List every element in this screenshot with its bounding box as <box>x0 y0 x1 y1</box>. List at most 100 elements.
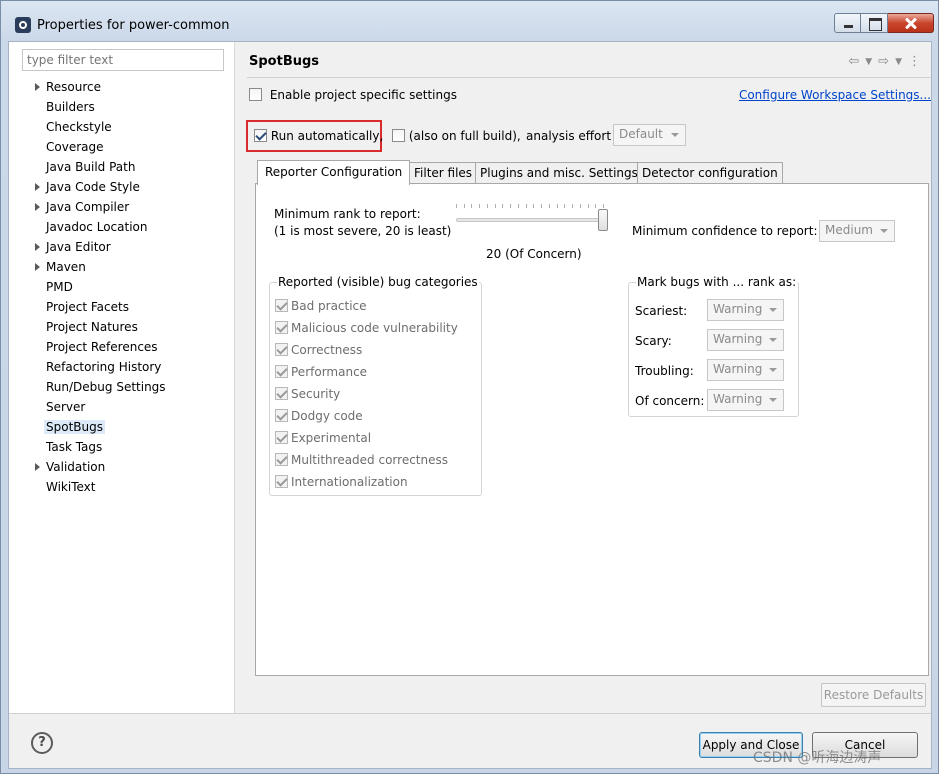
slider-tick <box>471 204 472 208</box>
tree-item[interactable]: PMD <box>23 277 233 297</box>
tree-item[interactable]: Resource <box>23 77 233 97</box>
tree-item[interactable]: Validation <box>23 457 233 477</box>
slider-tick <box>526 204 527 208</box>
bug-category-label: Bad practice <box>291 299 367 313</box>
expand-arrow-icon[interactable] <box>35 243 40 251</box>
tree-item-label: Builders <box>46 100 95 114</box>
view-menu-icon[interactable]: ⋮ <box>908 54 921 70</box>
tree-item-label: Project Natures <box>46 320 138 334</box>
tab-filter-files[interactable]: Filter files <box>409 162 478 184</box>
tree-item-label: Java Compiler <box>46 200 130 214</box>
tab-reporter-configuration[interactable]: Reporter Configuration <box>257 160 411 185</box>
bug-categories-list: Bad practice Malicious code vulnerability… <box>275 295 458 493</box>
tree-item[interactable]: Checkstyle <box>23 117 233 137</box>
tree-item[interactable]: Java Compiler <box>23 197 233 217</box>
mark-bugs-label: Scariest: <box>635 304 688 318</box>
tree-item[interactable]: Server <box>23 397 233 417</box>
analysis-effort-select[interactable]: Default <box>613 124 686 146</box>
tree-item[interactable]: Javadoc Location <box>23 217 233 237</box>
mark-bugs-row: Of concern: Warning <box>635 387 795 417</box>
forward-arrow-icon[interactable]: ⇨ <box>878 54 889 70</box>
bug-category-label: Correctness <box>291 343 363 357</box>
bug-category-label: Multithreaded correctness <box>291 453 448 467</box>
mark-bugs-label: Of concern: <box>635 394 705 408</box>
slider-tick <box>557 204 558 208</box>
slider-tick <box>580 204 581 208</box>
tree-item-label: Coverage <box>46 140 104 154</box>
bug-category-checkbox <box>275 409 288 422</box>
full-build-checkbox[interactable] <box>392 129 405 142</box>
expand-arrow-icon[interactable] <box>35 183 40 191</box>
title-separator <box>247 77 931 78</box>
tab-detector-configuration[interactable]: Detector configuration <box>637 162 783 184</box>
bug-category-item: Bad practice <box>275 295 458 317</box>
slider-tick <box>588 204 589 208</box>
help-icon[interactable]: ? <box>31 732 53 754</box>
slider-tick <box>487 204 488 208</box>
title-bar[interactable]: Properties for power-common <box>1 1 938 35</box>
back-menu-icon[interactable]: ▼ <box>865 54 872 70</box>
tree-item[interactable]: Project Facets <box>23 297 233 317</box>
rank-slider-track[interactable] <box>456 218 604 222</box>
mark-bugs-title: Mark bugs with ... rank as: <box>636 275 798 289</box>
bug-category-item: Malicious code vulnerability <box>275 317 458 339</box>
slider-tick <box>518 204 519 208</box>
full-build[interactable]: (also on full build), <box>392 129 521 143</box>
slider-tick <box>479 204 480 208</box>
mark-bugs-label: Troubling: <box>635 364 694 378</box>
expand-arrow-icon[interactable] <box>35 263 40 271</box>
tree-item[interactable]: Java Code Style <box>23 177 233 197</box>
expand-arrow-icon[interactable] <box>35 203 40 211</box>
run-automatically-checkbox[interactable] <box>254 129 267 142</box>
minimize-button[interactable] <box>834 13 861 33</box>
tree-item[interactable]: WikiText <box>23 477 233 497</box>
slider-tick <box>572 204 573 208</box>
slider-tick <box>456 204 457 208</box>
tree-item[interactable]: Java Build Path <box>23 157 233 177</box>
tree-item-label: WikiText <box>46 480 96 494</box>
expand-arrow-icon[interactable] <box>35 83 40 91</box>
min-confidence-select[interactable]: Medium <box>819 220 895 242</box>
slider-tick <box>541 204 542 208</box>
tree-item[interactable]: Java Editor <box>23 237 233 257</box>
tree-item-label: Task Tags <box>46 440 103 454</box>
tree-item[interactable]: Run/Debug Settings <box>23 377 233 397</box>
eclipse-icon <box>15 17 31 33</box>
tree-item-label: Maven <box>46 260 86 274</box>
tree-item[interactable]: Maven <box>23 257 233 277</box>
slider-tick <box>533 204 534 208</box>
analysis-effort-label: analysis effort <box>526 129 612 143</box>
filter-input[interactable] <box>22 49 224 71</box>
run-automatically[interactable]: Run automatically, <box>254 129 383 143</box>
tree-item[interactable]: SpotBugs <box>23 417 233 437</box>
tree-item-label: Java Editor <box>46 240 111 254</box>
bug-category-checkbox <box>275 365 288 378</box>
bug-category-checkbox <box>275 299 288 312</box>
bug-category-label: Security <box>291 387 341 401</box>
rank-slider-thumb[interactable] <box>598 209 608 231</box>
tree-item[interactable]: Coverage <box>23 137 233 157</box>
tree-item[interactable]: Project Natures <box>23 317 233 337</box>
enable-project-settings[interactable]: Enable project specific settings <box>249 88 457 102</box>
page-title: SpotBugs <box>249 54 320 69</box>
tree-item[interactable]: Builders <box>23 97 233 117</box>
page-nav: ⇦ ▼ ⇨ ▼ ⋮ <box>848 54 921 70</box>
slider-tick <box>502 204 503 208</box>
tree-item[interactable]: Task Tags <box>23 437 233 457</box>
tree-item[interactable]: Project References <box>23 337 233 357</box>
tree-item[interactable]: Refactoring History <box>23 357 233 377</box>
restore-defaults-button[interactable]: Restore Defaults <box>821 683 926 707</box>
expand-arrow-icon[interactable] <box>35 463 40 471</box>
bug-category-label: Malicious code vulnerability <box>291 321 458 335</box>
maximize-button[interactable] <box>861 13 888 33</box>
enable-project-settings-checkbox[interactable] <box>249 88 262 101</box>
tab-plugins-and-misc-settings[interactable]: Plugins and misc. Settings <box>475 162 643 184</box>
forward-menu-icon[interactable]: ▼ <box>895 54 902 70</box>
back-arrow-icon[interactable]: ⇦ <box>848 54 859 70</box>
rank-value: 20 (Of Concern) <box>486 247 582 261</box>
close-button[interactable] <box>888 13 934 33</box>
slider-tick <box>595 204 596 208</box>
bug-category-checkbox <box>275 321 288 334</box>
configure-workspace-link[interactable]: Configure Workspace Settings... <box>739 88 931 102</box>
mark-bugs-rows: Scariest: Warning Scary: Warning Troubling: W… <box>635 297 795 417</box>
